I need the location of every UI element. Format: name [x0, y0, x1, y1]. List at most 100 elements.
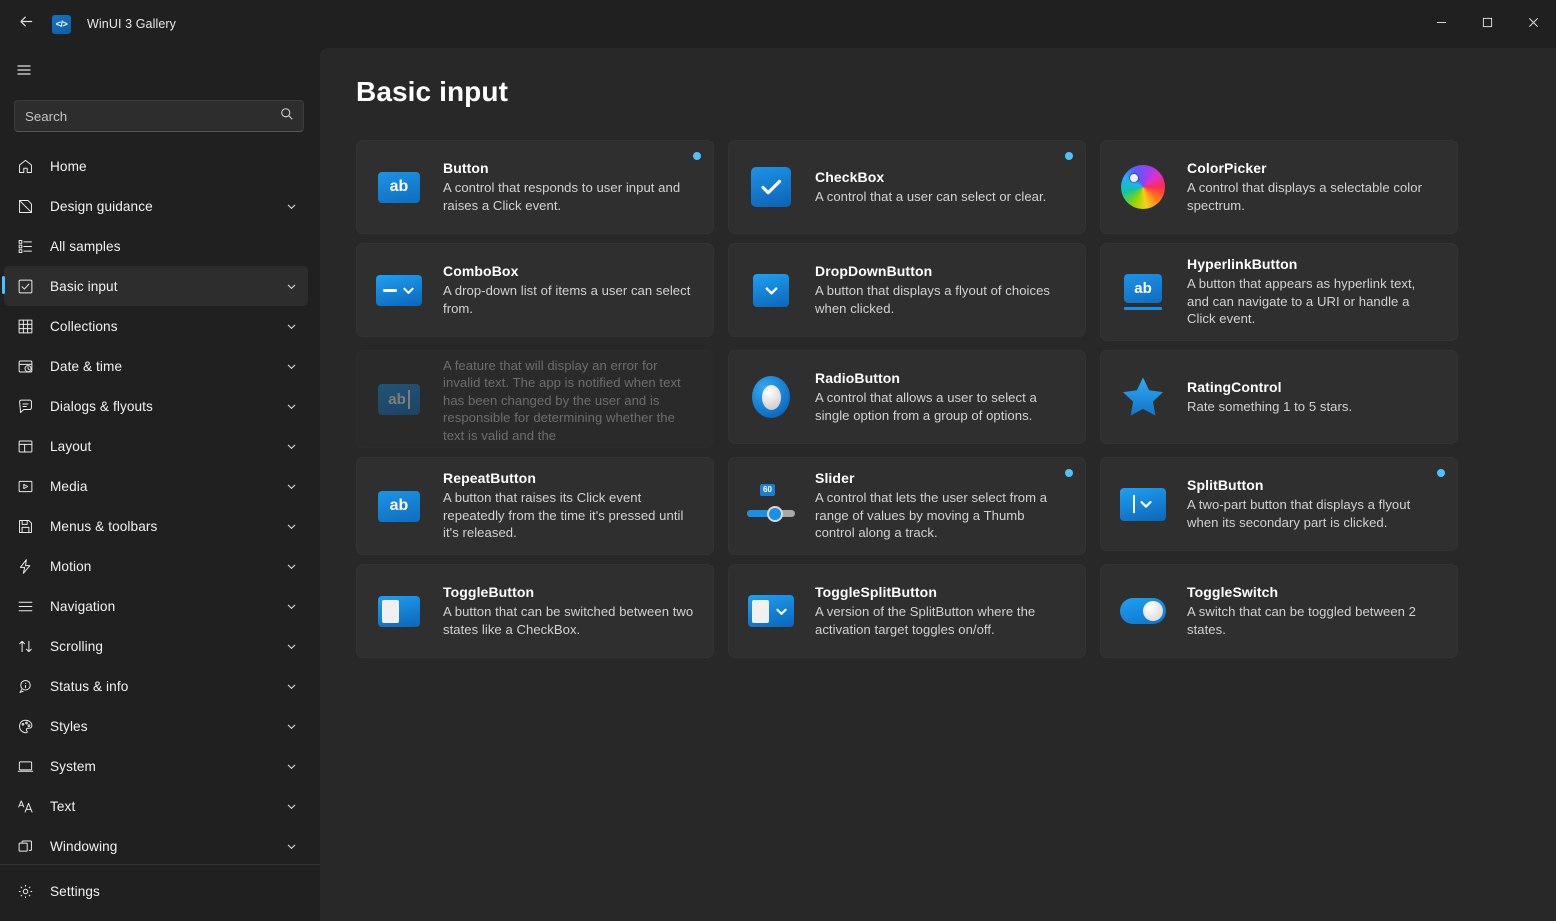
- sidebar-item-label: Motion: [50, 559, 278, 574]
- hyperlinkbutton-icon: ab: [1124, 274, 1162, 310]
- sidebar-item-status-info[interactable]: Status & info: [4, 666, 308, 706]
- chevron-down-icon[interactable]: [278, 401, 304, 412]
- dropdownbutton-icon: [753, 274, 789, 307]
- sidebar-item-all-samples[interactable]: All samples: [4, 226, 308, 266]
- control-card[interactable]: ToggleSwitch A switch that can be toggled…: [1100, 564, 1458, 658]
- checkbox-icon: [751, 167, 791, 207]
- control-card[interactable]: abHyperlinkButtonA button that appears a…: [1100, 243, 1458, 341]
- all-samples-icon: [15, 236, 35, 256]
- control-card[interactable]: RatingControlRate something 1 to 5 stars…: [1100, 350, 1458, 444]
- close-button[interactable]: [1510, 0, 1556, 48]
- chevron-down-icon[interactable]: [278, 481, 304, 492]
- control-card[interactable]: 60SliderA control that lets the user sel…: [728, 457, 1086, 555]
- card-title: RadioButton: [815, 370, 1067, 386]
- chevron-down-icon[interactable]: [278, 761, 304, 772]
- title-bar: </> WinUI 3 Gallery: [0, 0, 1556, 48]
- control-card[interactable]: DropDownButtonA button that displays a f…: [728, 243, 1086, 337]
- sidebar-item-motion[interactable]: Motion: [4, 546, 308, 586]
- search-box[interactable]: [14, 100, 304, 132]
- gear-icon: [15, 881, 35, 901]
- control-card[interactable]: abA feature that will display an error f…: [356, 350, 714, 448]
- sidebar-item-media[interactable]: Media: [4, 466, 308, 506]
- chevron-down-icon[interactable]: [278, 801, 304, 812]
- card-text: CheckBoxA control that a user can select…: [815, 169, 1071, 206]
- sidebar-item-design-guidance[interactable]: Design guidance: [4, 186, 308, 226]
- chevron-down-icon[interactable]: [278, 721, 304, 732]
- minimize-button[interactable]: [1418, 0, 1464, 48]
- card-icon: [1119, 480, 1167, 528]
- chevron-down-icon[interactable]: [278, 321, 304, 332]
- control-card[interactable]: abButtonA control that responds to user …: [356, 140, 714, 234]
- card-icon: 60: [747, 482, 795, 530]
- chevron-down-icon[interactable]: [278, 841, 304, 852]
- sidebar-item-text[interactable]: Text: [4, 786, 308, 826]
- content-panel: Basic input abButtonA control that respo…: [320, 48, 1556, 921]
- chevron-down-icon[interactable]: [278, 361, 304, 372]
- new-badge-dot: [1065, 152, 1073, 160]
- search-button[interactable]: [272, 101, 302, 131]
- card-description: A switch that can be toggled between 2 s…: [1187, 603, 1439, 638]
- back-button[interactable]: [4, 6, 48, 42]
- control-card[interactable]: abRepeatButtonA button that raises its C…: [356, 457, 714, 555]
- sidebar-item-label: System: [50, 759, 278, 774]
- card-icon: [375, 587, 423, 635]
- navigation-menu-toggle[interactable]: [2, 53, 46, 91]
- chevron-down-icon[interactable]: [278, 601, 304, 612]
- control-card[interactable]: ComboBoxA drop-down list of items a user…: [356, 243, 714, 337]
- maximize-icon: [1482, 15, 1493, 33]
- sidebar-item-styles[interactable]: Styles: [4, 706, 308, 746]
- styles-icon: [15, 716, 35, 736]
- back-arrow-icon: [19, 14, 34, 34]
- hamburger-icon: [16, 62, 32, 83]
- control-card[interactable]: ColorPickerA control that displays a sel…: [1100, 140, 1458, 234]
- sidebar-item-basic-input[interactable]: Basic input: [4, 266, 308, 306]
- page-title: Basic input: [356, 76, 1556, 108]
- chevron-down-icon[interactable]: [278, 281, 304, 292]
- sidebar-item-layout[interactable]: Layout: [4, 426, 308, 466]
- sidebar-item-menus-toolbars[interactable]: Menus & toolbars: [4, 506, 308, 546]
- sidebar-item-navigation[interactable]: Navigation: [4, 586, 308, 626]
- search-input[interactable]: [15, 109, 272, 124]
- maximize-button[interactable]: [1464, 0, 1510, 48]
- control-card[interactable]: CheckBoxA control that a user can select…: [728, 140, 1086, 234]
- sidebar-item-windowing[interactable]: Windowing: [4, 826, 308, 858]
- card-description: A drop-down list of items a user can sel…: [443, 282, 695, 317]
- sidebar-item-system[interactable]: System: [4, 746, 308, 786]
- sidebar-item-settings[interactable]: Settings: [4, 871, 314, 911]
- sidebar-item-date-time[interactable]: Date & time: [4, 346, 308, 386]
- chevron-down-icon[interactable]: [278, 681, 304, 692]
- sidebar-item-dialogs-flyouts[interactable]: Dialogs & flyouts: [4, 386, 308, 426]
- card-text: ComboBoxA drop-down list of items a user…: [443, 263, 699, 317]
- card-text: DropDownButtonA button that displays a f…: [815, 263, 1071, 317]
- control-card[interactable]: ToggleSplitButtonA version of the SplitB…: [728, 564, 1086, 658]
- date-time-icon: [15, 356, 35, 376]
- control-card[interactable]: SplitButtonA two-part button that displa…: [1100, 457, 1458, 551]
- card-icon: ab: [1119, 268, 1167, 316]
- togglesplitbutton-icon: [748, 595, 794, 627]
- card-title: ToggleSwitch: [1187, 584, 1439, 600]
- sidebar-item-home[interactable]: Home: [4, 146, 308, 186]
- card-description: A control that lets the user select from…: [815, 489, 1067, 542]
- card-title: ToggleButton: [443, 584, 695, 600]
- sidebar-item-label: Media: [50, 479, 278, 494]
- card-title: RepeatButton: [443, 470, 695, 486]
- app-title: WinUI 3 Gallery: [87, 17, 176, 31]
- chevron-down-icon[interactable]: [278, 561, 304, 572]
- control-card[interactable]: RadioButtonA control that allows a user …: [728, 350, 1086, 444]
- chevron-down-icon[interactable]: [278, 441, 304, 452]
- sidebar-item-label: Basic input: [50, 279, 278, 294]
- card-description: A version of the SplitButton where the a…: [815, 603, 1067, 638]
- sidebar-item-collections[interactable]: Collections: [4, 306, 308, 346]
- control-card[interactable]: ToggleButton A button that can be switche…: [356, 564, 714, 658]
- card-description: A two-part button that displays a flyout…: [1187, 496, 1439, 531]
- card-description: A button that can be switched between tw…: [443, 603, 695, 638]
- card-text: RatingControlRate something 1 to 5 stars…: [1187, 379, 1443, 416]
- sidebar-item-label: Dialogs & flyouts: [50, 399, 278, 414]
- rating-star-icon: [1121, 375, 1165, 419]
- system-icon: [15, 756, 35, 776]
- chevron-down-icon[interactable]: [278, 201, 304, 212]
- sidebar-item-label: Layout: [50, 439, 278, 454]
- chevron-down-icon[interactable]: [278, 521, 304, 532]
- sidebar-item-scrolling[interactable]: Scrolling: [4, 626, 308, 666]
- chevron-down-icon[interactable]: [278, 641, 304, 652]
